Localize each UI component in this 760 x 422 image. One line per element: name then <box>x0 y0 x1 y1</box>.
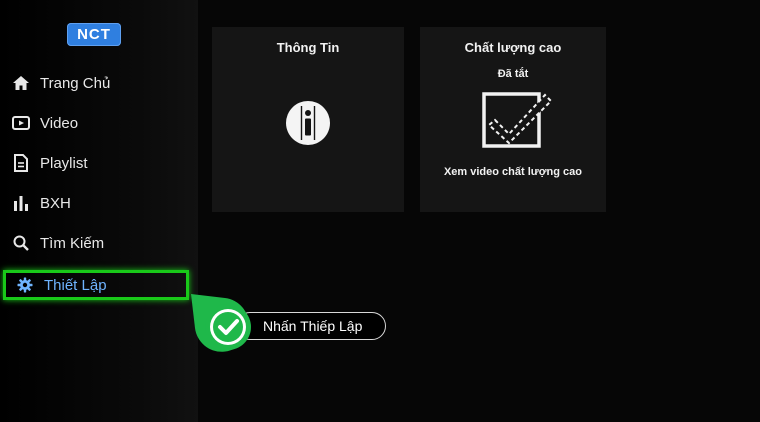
gear-icon <box>14 274 36 296</box>
home-icon <box>10 72 32 94</box>
video-icon <box>10 112 32 134</box>
sidebar-item-label: Trang Chủ <box>40 74 111 92</box>
sidebar-item-settings[interactable]: Thiết Lập <box>3 270 189 300</box>
sidebar-item-home[interactable]: Trang Chủ <box>0 69 190 97</box>
sidebar-item-bxh[interactable]: BXH <box>0 189 190 217</box>
bar-chart-icon <box>10 192 32 214</box>
sidebar-item-playlist[interactable]: Playlist <box>0 149 190 177</box>
sidebar-item-video[interactable]: Video <box>0 109 190 137</box>
info-icon <box>285 100 331 151</box>
quality-card[interactable]: Chất lượng cao Đã tắt Xem video chất lượ… <box>420 27 606 212</box>
quality-status: Đã tắt <box>497 68 529 80</box>
nct-logo: NCT <box>67 23 121 46</box>
search-icon <box>10 232 32 254</box>
checkbox-icon <box>481 87 553 156</box>
quality-card-title: Chất lượng cao <box>464 40 562 55</box>
document-icon <box>10 152 32 174</box>
sidebar: NCT Trang Chủ Video Playlist BXH Tìm Kiế… <box>0 0 198 422</box>
sidebar-item-label: Video <box>40 114 79 132</box>
annotation-label: Nhấn Thiếp Lập <box>236 312 386 340</box>
sidebar-item-search[interactable]: Tìm Kiếm <box>0 229 190 257</box>
info-card[interactable]: Thông Tin <box>212 27 404 212</box>
sidebar-item-label: BXH <box>40 194 71 212</box>
check-circle-icon <box>189 292 253 356</box>
sidebar-item-label: Tìm Kiếm <box>40 234 105 252</box>
info-card-title: Thông Tin <box>276 40 340 55</box>
annotation-text: Nhấn Thiếp Lập <box>263 318 363 334</box>
sidebar-item-label: Thiết Lập <box>44 276 107 294</box>
sidebar-item-label: Playlist <box>40 154 88 172</box>
quality-description: Xem video chất lượng cao <box>443 166 583 178</box>
